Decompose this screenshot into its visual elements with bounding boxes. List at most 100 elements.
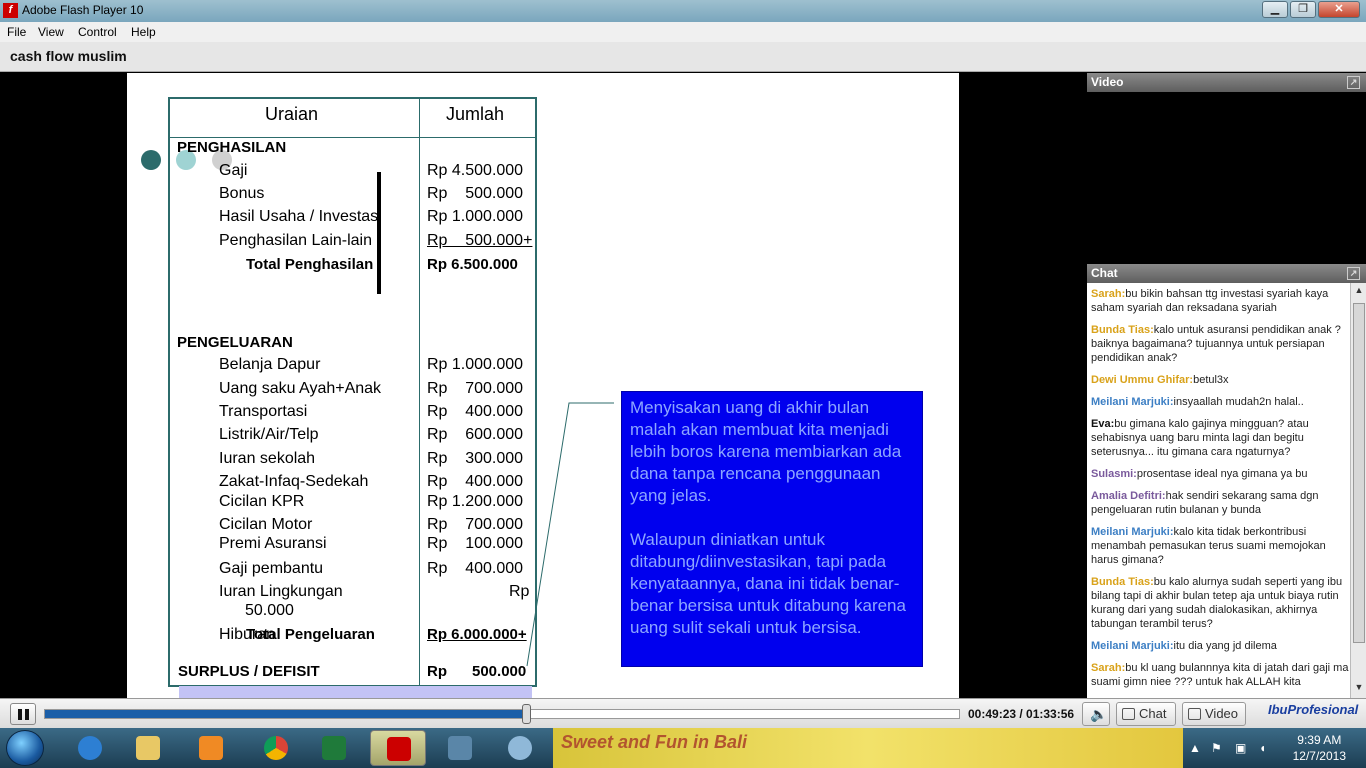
minimize-button[interactable]: ▁ [1262, 1, 1288, 18]
pause-icon [18, 709, 22, 720]
volume-icon[interactable]: ◖ [1259, 741, 1266, 755]
flag-icon[interactable]: ⚑ [1211, 741, 1222, 755]
taskbar-excel[interactable] [306, 730, 362, 766]
expand-icon[interactable]: ↗ [1347, 267, 1360, 280]
pause-button[interactable] [10, 703, 36, 725]
taskbar-explorer[interactable] [120, 730, 176, 766]
window-title: Adobe Flash Player 10 [22, 3, 144, 17]
chat-author: Bunda Tias: [1091, 576, 1154, 588]
chat-panel-title: Chat [1091, 266, 1118, 280]
volume-button[interactable]: 🔈 [1082, 702, 1110, 726]
expense-amount: Rp 1.000.000 [427, 356, 524, 373]
chat-author: Amalia Defitri: [1091, 490, 1166, 502]
chat-message: Bunda Tias:kalo untuk asuransi pendidika… [1091, 323, 1350, 365]
folder-icon [136, 736, 160, 760]
chat-author: Meilani Marjuki: [1091, 640, 1174, 652]
chat-author: Sarah: [1091, 662, 1126, 674]
expense-amount: Rp 700.000 [427, 380, 524, 397]
maximize-button[interactable]: ❐ [1290, 1, 1316, 18]
income-amount: Rp 500.000 [427, 185, 524, 202]
wallpaper-strip: Sweet and Fun in Bali [553, 728, 1183, 768]
chat-message: Sarah:bu bikin bahsan ttg investasi syar… [1091, 287, 1350, 315]
scroll-down-icon[interactable]: ▼ [1353, 682, 1365, 696]
chat-author: Meilani Marjuki: [1091, 526, 1174, 538]
note-paragraph-2: Walaupun diniatkan untuk ditabung/diinve… [630, 530, 906, 637]
chat-text: bu bikin bahsan ttg investasi syariah ka… [1091, 288, 1329, 314]
taskbar-chrome[interactable] [248, 730, 304, 766]
close-button[interactable]: ✕ [1318, 1, 1360, 18]
menu-control[interactable]: Control [78, 25, 117, 39]
income-label: Hasil Usaha / Investasi [219, 208, 382, 225]
chat-message: Eva:bu gimana kalo gajinya mingguan? ata… [1091, 417, 1350, 459]
scroll-up-icon[interactable]: ▲ [1353, 285, 1365, 299]
seek-handle[interactable] [521, 704, 531, 724]
video-toggle-button[interactable]: Video [1182, 702, 1246, 726]
chat-toggle-button[interactable]: Chat [1116, 702, 1176, 726]
chat-message: Amalia Defitri:hak sendiri sekarang sama… [1091, 489, 1350, 517]
taskbar-ie[interactable] [62, 730, 118, 766]
expense-label: Belanja Dapur [219, 356, 321, 373]
tray-clock[interactable]: 9:39 AM 12/7/2013 [1293, 732, 1346, 764]
expense-label: Uang saku Ayah+Anak [219, 380, 382, 397]
chat-message: Dewi Ummu Ghifar:betul3x [1091, 373, 1350, 387]
column-divider [419, 99, 420, 685]
text-cursor [377, 172, 381, 294]
chat-text: betul3x [1193, 374, 1229, 386]
taskbar-flash[interactable] [370, 730, 426, 766]
expense-label: Iuran sekolah [219, 450, 316, 467]
expense-amount: Rp 100.000 [427, 535, 524, 552]
seek-bar[interactable] [44, 709, 960, 719]
menu-help[interactable]: Help [131, 25, 156, 39]
menu-view[interactable]: View [38, 25, 64, 39]
scroll-thumb[interactable] [1353, 303, 1365, 643]
taskbar-window[interactable] [432, 730, 488, 766]
show-hidden-icon[interactable]: ▲ [1189, 741, 1201, 755]
time-display: 00:49:23 / 01:33:56 [968, 707, 1075, 721]
expense-label: Cicilan Motor [219, 516, 313, 533]
chat-scrollbar[interactable]: ▲ ▼ [1350, 283, 1366, 698]
income-total-label: Total Penghasilan [246, 256, 374, 273]
speaker-icon: 🔈 [1090, 706, 1108, 722]
expense-amount: Rp 400.000 [427, 403, 524, 420]
pause-icon [25, 709, 29, 720]
header-jumlah: Jumlah [446, 104, 505, 124]
clock-date: 12/7/2013 [1292, 749, 1346, 763]
chat-bubble-icon [1122, 708, 1135, 720]
video-window-icon [1188, 708, 1201, 720]
network-icon[interactable]: ▣ [1235, 741, 1246, 755]
callout-line [526, 402, 614, 667]
chat-text: prosentase ideal nya gimana ya bu [1136, 468, 1308, 480]
expand-icon[interactable]: ↗ [1347, 76, 1360, 89]
excel-icon [322, 736, 346, 760]
flash-icon [387, 737, 411, 761]
expense-label: Premi Asuransi [219, 535, 327, 552]
app-header: cash flow muslim [0, 42, 1366, 72]
window-titlebar: f Adobe Flash Player 10 ▁ ❐ ✕ [0, 0, 1366, 22]
iuran-label: Iuran Lingkungan [219, 583, 343, 600]
taskbar-paint[interactable] [492, 730, 548, 766]
chat-text: insyaallah mudah2n halal.. [1173, 396, 1304, 408]
menu-file[interactable]: File [7, 25, 26, 39]
income-label: Bonus [219, 185, 265, 202]
chat-author: Sulasmi: [1091, 468, 1137, 480]
chat-text: bu kl uang bulannnya kita di jatah dari … [1091, 662, 1349, 688]
expense-amount: Rp 700.000 [427, 516, 524, 533]
chat-message: Sulasmi:prosentase ideal nya gimana ya b… [1091, 467, 1350, 481]
expense-amount: Rp 600.000 [427, 426, 524, 443]
chat-text: bu gimana kalo gajinya mingguan? atau se… [1091, 418, 1309, 458]
chat-author: Dewi Ummu Ghifar: [1091, 374, 1194, 386]
bullet-dot-dark [141, 150, 161, 170]
surplus-amount: Rp 500.000 [427, 663, 527, 680]
start-button[interactable] [6, 730, 44, 766]
expense-amount: Rp 400.000 [427, 560, 524, 577]
chat-author: Eva: [1091, 418, 1115, 430]
expense-label: Zakat-Infaq-Sedekah [219, 473, 369, 490]
surplus-label: SURPLUS / DEFISIT [178, 663, 320, 680]
taskbar-media[interactable] [183, 730, 239, 766]
chat-message: Meilani Marjuki:insyaallah mudah2n halal… [1091, 395, 1350, 409]
system-tray: ▲ ⚑ ▣ ◖ 9:39 AM 12/7/2013 [1183, 728, 1366, 768]
video-panel-header: Video ↗ [1087, 73, 1366, 92]
chat-message: Meilani Marjuki:kalo kita tidak berkontr… [1091, 525, 1350, 567]
expense-amount: Rp 1.200.000 [427, 493, 524, 510]
ie-icon [78, 736, 102, 760]
